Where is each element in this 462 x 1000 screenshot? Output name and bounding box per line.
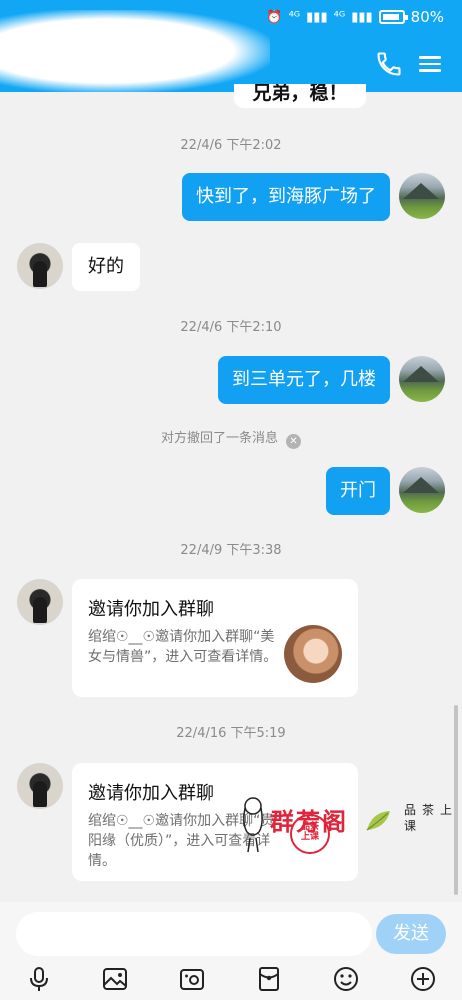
my-avatar[interactable] [399, 356, 445, 402]
timestamp: 22/4/6 下午2:10 [180, 320, 282, 335]
watermark: 群芳阁 品茶上课 品茶上课 [236, 792, 460, 856]
outgoing-message[interactable]: 快到了，到海豚广场了 [182, 173, 390, 221]
status-bar: ⏰ ⁴ᴳ ▮▮▮ ⁴ᴳ ▮▮▮ 80% [266, 8, 444, 26]
red-packet-icon [259, 967, 279, 991]
watermark-tea-text: 品茶上课 [404, 803, 459, 833]
microphone-icon [30, 967, 48, 991]
voice-button[interactable] [24, 964, 54, 994]
battery-level: 80% [410, 8, 444, 26]
group-invite-card[interactable]: 邀请你加入群聊 绾绾☉__☉邀请你加入群聊“美女与情兽”，进入可查看详情。 [72, 579, 358, 697]
contact-avatar[interactable] [17, 763, 63, 809]
chat-message-list[interactable]: 兄弟，稳！ 22/4/6 下午2:02 快到了，到海豚广场了 好的 22/4/6… [0, 84, 462, 902]
recall-notice-text: 对方撤回了一条消息 [160, 431, 278, 446]
outgoing-message[interactable]: 到三单元了，几楼 [218, 356, 390, 404]
my-avatar[interactable] [399, 467, 445, 513]
contact-avatar[interactable] [17, 579, 63, 625]
input-toolbar [0, 960, 462, 1000]
my-avatar[interactable] [399, 173, 445, 219]
emoji-icon [334, 967, 358, 991]
close-icon[interactable]: ✕ [286, 434, 301, 449]
seal-text: 品茶上课 [300, 822, 319, 842]
timestamp: 22/4/6 下午2:02 [180, 138, 282, 153]
invite-title: 邀请你加入群聊 [88, 599, 214, 620]
input-area: 发送 [0, 902, 462, 1000]
battery-icon [378, 10, 408, 24]
invite-description: 绾绾☉__☉邀请你加入群聊“美女与情兽”，进入可查看详情。 [88, 629, 278, 665]
group-thumbnail [284, 625, 342, 683]
emoji-button[interactable] [331, 964, 361, 994]
signal-icon: ▮▮▮ [306, 9, 328, 25]
send-button[interactable]: 发送 [376, 914, 446, 954]
phone-call-button[interactable] [375, 50, 403, 78]
alarm-icon: ⏰ [266, 9, 283, 25]
phone-icon [377, 52, 401, 76]
recall-notice: 对方撤回了一条消息 ✕ [0, 427, 462, 449]
timestamp: 22/4/9 下午3:38 [180, 543, 282, 558]
menu-icon [419, 56, 441, 59]
contact-name-redacted [0, 10, 270, 92]
plus-icon [411, 967, 435, 991]
image-button[interactable] [100, 964, 130, 994]
camera-button[interactable] [177, 964, 207, 994]
signal-icon: ⁴ᴳ [288, 9, 301, 25]
invite-title: 邀请你加入群聊 [88, 783, 214, 804]
camera-icon [180, 969, 204, 990]
image-icon [103, 968, 127, 990]
tea-leaf-icon [366, 811, 390, 831]
more-button[interactable] [408, 964, 438, 994]
outgoing-message[interactable]: 开门 [326, 467, 390, 515]
contact-avatar[interactable] [17, 243, 63, 289]
message-input[interactable] [16, 912, 372, 956]
incoming-message[interactable]: 兄弟，稳！ [234, 84, 366, 108]
person-sketch-icon [243, 797, 263, 853]
signal-icon: ⁴ᴳ [333, 9, 346, 25]
red-packet-button[interactable] [254, 964, 284, 994]
menu-button[interactable] [417, 52, 443, 76]
incoming-message[interactable]: 好的 [72, 243, 140, 291]
timestamp: 22/4/16 下午5:19 [176, 726, 286, 741]
signal-icon: ▮▮▮ [351, 9, 373, 25]
chat-header: ⏰ ⁴ᴳ ▮▮▮ ⁴ᴳ ▮▮▮ 80% [0, 0, 462, 92]
